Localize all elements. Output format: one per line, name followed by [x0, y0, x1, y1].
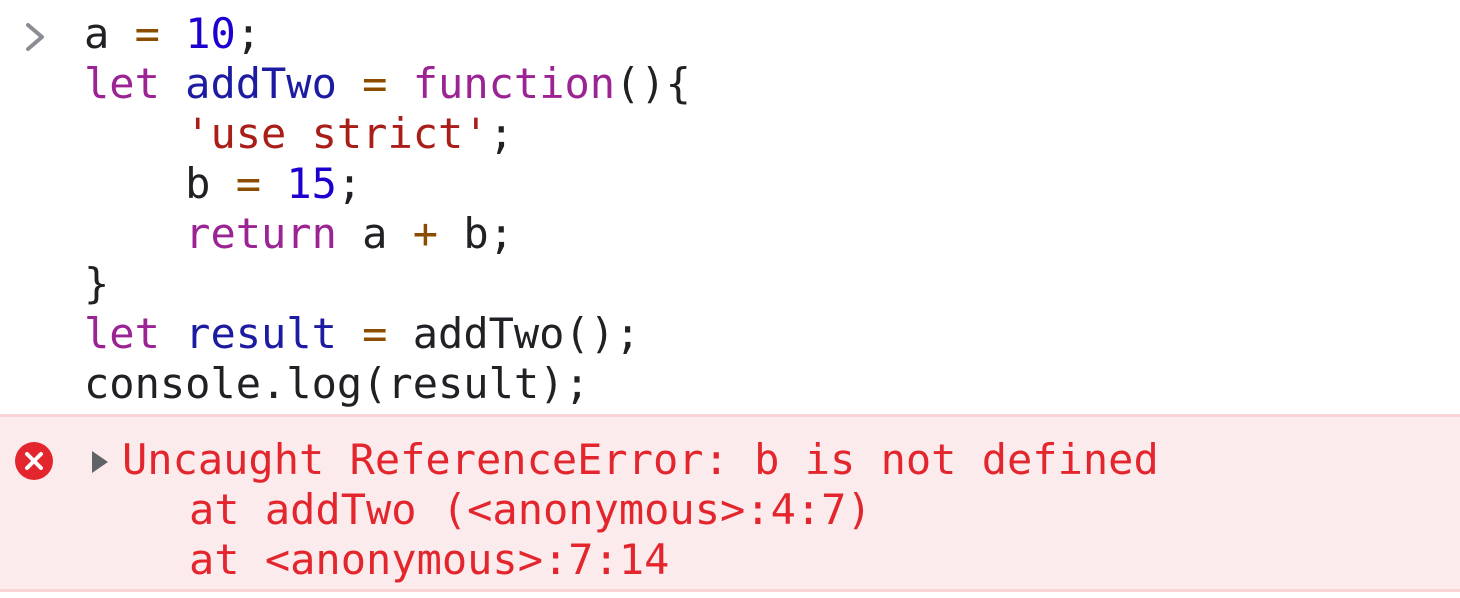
- code-token: let: [84, 59, 160, 108]
- code-token: a: [84, 9, 110, 58]
- code-token: 'use strict': [185, 109, 489, 158]
- stack-trace-line[interactable]: at addTwo (<anonymous>:4:7): [122, 485, 1159, 535]
- code-token: =: [235, 159, 262, 208]
- code-line: 'use strict';: [84, 109, 691, 159]
- error-message: Uncaught ReferenceError: b is not define…: [122, 435, 1159, 484]
- code-token: addTwo: [185, 59, 337, 108]
- expand-triangle-icon[interactable]: [90, 449, 110, 475]
- code-token: ;: [336, 159, 363, 208]
- code-line: let result = addTwo();: [84, 309, 691, 359]
- console-input-entry[interactable]: a = 10; let addTwo = function(){ 'use str…: [0, 0, 1460, 414]
- code-token: }: [84, 259, 110, 308]
- code-token: function: [412, 59, 616, 108]
- code-line: a = 10;: [84, 9, 691, 59]
- code-token: result: [185, 309, 337, 358]
- code-line: b = 15;: [84, 159, 691, 209]
- code-token: (){: [615, 59, 691, 108]
- code-token: b: [84, 159, 211, 208]
- console-error-entry: Uncaught ReferenceError: b is not define…: [0, 414, 1460, 592]
- code-token: b;: [438, 209, 514, 258]
- error-message-block[interactable]: Uncaught ReferenceError: b is not define…: [122, 435, 1159, 585]
- code-token: =: [134, 9, 160, 58]
- code-token: console.log(result);: [84, 359, 590, 408]
- code-token: ;: [235, 9, 262, 58]
- code-line: return a + b;: [84, 209, 691, 259]
- code-token: =: [362, 59, 388, 108]
- code-line: }: [84, 259, 691, 309]
- code-token: a: [336, 209, 413, 258]
- error-circle-icon: [15, 442, 53, 480]
- code-token: 15: [286, 159, 337, 208]
- code-token: 10: [185, 9, 236, 58]
- stack-trace-line[interactable]: at <anonymous>:7:14: [122, 535, 1159, 585]
- code-block[interactable]: a = 10; let addTwo = function(){ 'use str…: [84, 9, 691, 409]
- code-token: =: [362, 309, 388, 358]
- code-token: ;: [488, 109, 514, 158]
- chevron-right-icon: [26, 23, 44, 51]
- code-token: let: [84, 309, 160, 358]
- code-token: addTwo();: [387, 309, 641, 358]
- code-token: return: [185, 209, 337, 258]
- code-token: +: [412, 209, 439, 258]
- code-line: console.log(result);: [84, 359, 691, 409]
- code-line: let addTwo = function(){: [84, 59, 691, 109]
